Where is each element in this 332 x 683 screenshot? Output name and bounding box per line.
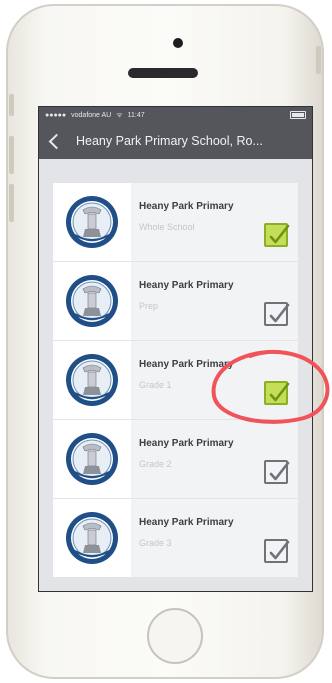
mute-switch xyxy=(9,94,14,116)
item-title: Heany Park Primary xyxy=(139,359,234,370)
school-logo-icon xyxy=(66,512,118,564)
school-logo-icon xyxy=(66,196,118,248)
chevron-left-icon[interactable] xyxy=(48,133,65,149)
signal-icon: ●●●●● xyxy=(45,111,67,119)
volume-up-button xyxy=(9,136,14,174)
power-button xyxy=(316,46,321,74)
item-title: Heany Park Primary xyxy=(139,280,234,291)
text-cell: Heany Park Primary Grade 1 xyxy=(131,341,298,419)
battery-icon xyxy=(290,111,306,119)
unchecked-box-icon[interactable] xyxy=(264,302,290,326)
item-title: Heany Park Primary xyxy=(139,438,234,449)
list-item[interactable]: Heany Park Primary Prep xyxy=(53,262,298,340)
volume-down-button xyxy=(9,184,14,222)
nav-title: Heany Park Primary School, Ro... xyxy=(76,134,263,148)
home-button[interactable] xyxy=(147,608,203,664)
list-item[interactable]: Heany Park Primary Grade 1 xyxy=(53,341,298,419)
school-logo-icon xyxy=(66,354,118,406)
school-logo-icon xyxy=(66,275,118,327)
logo-cell xyxy=(53,183,131,261)
text-cell: Heany Park Primary Grade 2 xyxy=(131,420,298,498)
school-logo-icon xyxy=(66,433,118,485)
unchecked-box-icon[interactable] xyxy=(264,539,290,563)
carrier-label: vodafone AU xyxy=(71,111,112,119)
list-item[interactable]: Heany Park Primary Whole School xyxy=(53,183,298,261)
list-item[interactable]: Heany Park Primary Grade 2 xyxy=(53,420,298,498)
checked-box-icon[interactable] xyxy=(264,223,290,247)
item-title: Heany Park Primary xyxy=(139,517,234,528)
logo-cell xyxy=(53,262,131,340)
class-list: Heany Park Primary Whole School Heany Pa… xyxy=(39,159,312,577)
logo-cell xyxy=(53,341,131,419)
item-title: Heany Park Primary xyxy=(139,201,234,212)
checked-box-icon[interactable] xyxy=(264,381,290,405)
unchecked-box-icon[interactable] xyxy=(264,460,290,484)
navigation-bar: Heany Park Primary School, Ro... xyxy=(39,123,312,159)
phone-screen: ●●●●● vodafone AU ᯤ 11:47 Heany Park Pri… xyxy=(38,106,313,592)
text-cell: Heany Park Primary Prep xyxy=(131,262,298,340)
text-cell: Heany Park Primary Whole School xyxy=(131,183,298,261)
wifi-icon: ᯤ xyxy=(116,111,123,119)
logo-cell xyxy=(53,420,131,498)
list-item[interactable]: Heany Park Primary Grade 3 xyxy=(53,499,298,577)
logo-cell xyxy=(53,499,131,577)
front-camera xyxy=(173,38,183,48)
earpiece-speaker xyxy=(128,68,198,78)
status-bar: ●●●●● vodafone AU ᯤ 11:47 xyxy=(39,107,312,123)
time-label: 11:47 xyxy=(127,111,145,119)
text-cell: Heany Park Primary Grade 3 xyxy=(131,499,298,577)
